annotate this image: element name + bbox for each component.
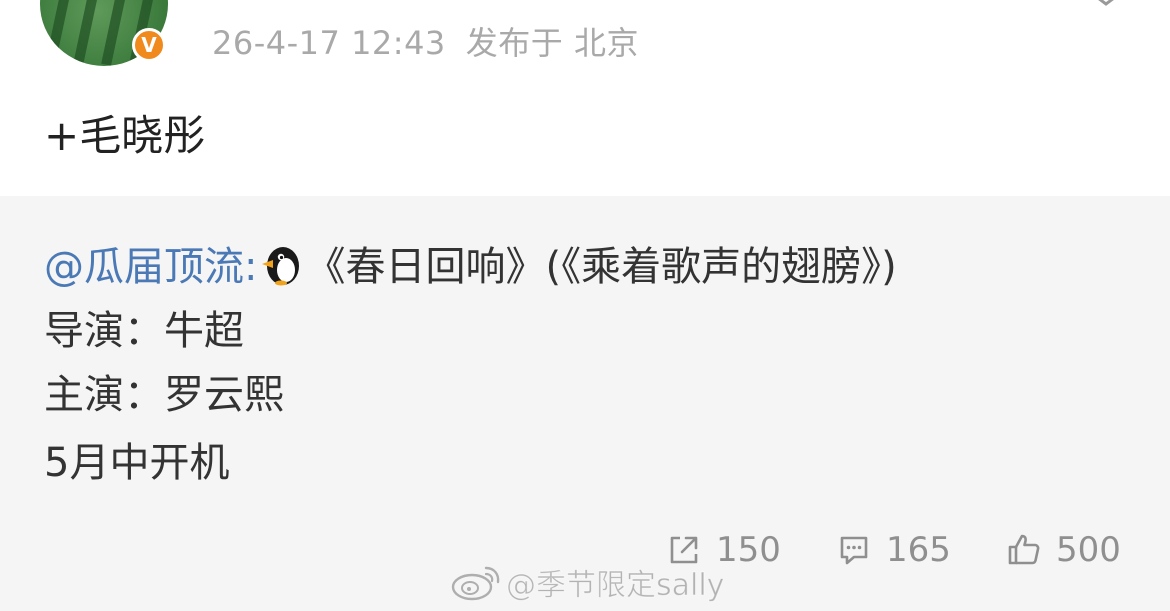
comment-count: 165: [886, 530, 951, 570]
post-location: 发布于 北京: [465, 24, 639, 62]
post-timestamp: 26-4-17 12:43: [212, 24, 446, 62]
chevron-down-icon[interactable]: [1088, 0, 1124, 6]
comment-button[interactable]: 165: [836, 530, 951, 570]
post-meta: 26-4-17 12:43 发布于 北京: [212, 18, 639, 64]
share-count: 150: [716, 530, 781, 570]
comment-icon: [840, 536, 868, 565]
weibo-watermark: @季节限定sally: [450, 560, 725, 604]
repost-line-director: 导演：牛超: [44, 308, 244, 354]
watermark-text: @季节限定sally: [505, 568, 725, 604]
repost-block[interactable]: @瓜届顶流: 《春日回响》(《乘着歌声的翅膀》) 导演：牛超 主演：罗云熙 5月…: [0, 196, 1170, 611]
repost-title-text: 《春日回响》(《乘着歌声的翅膀》): [305, 244, 897, 290]
weibo-post-page: V 26-4-17 12:43 发布于 北京 +毛晓彤 @瓜届顶流: 《春日回响》…: [0, 0, 1170, 611]
like-button[interactable]: 500: [1006, 530, 1121, 570]
thumbs-up-icon: [1008, 534, 1040, 565]
repost-author-colon: :: [244, 244, 258, 290]
post-text: +毛晓彤: [44, 111, 206, 160]
weibo-logo-icon: [451, 566, 500, 601]
like-count: 500: [1056, 530, 1121, 570]
repost-line-title: @瓜届顶流: 《春日回响》(《乘着歌声的翅膀》): [44, 234, 897, 292]
penguin-icon: [262, 247, 300, 286]
repost-author-link[interactable]: @瓜届顶流: [44, 244, 244, 290]
verified-badge-icon: V: [132, 28, 166, 62]
repost-line-cast: 主演：罗云熙: [44, 372, 284, 418]
repost-line-schedule: 5月中开机: [44, 440, 230, 486]
